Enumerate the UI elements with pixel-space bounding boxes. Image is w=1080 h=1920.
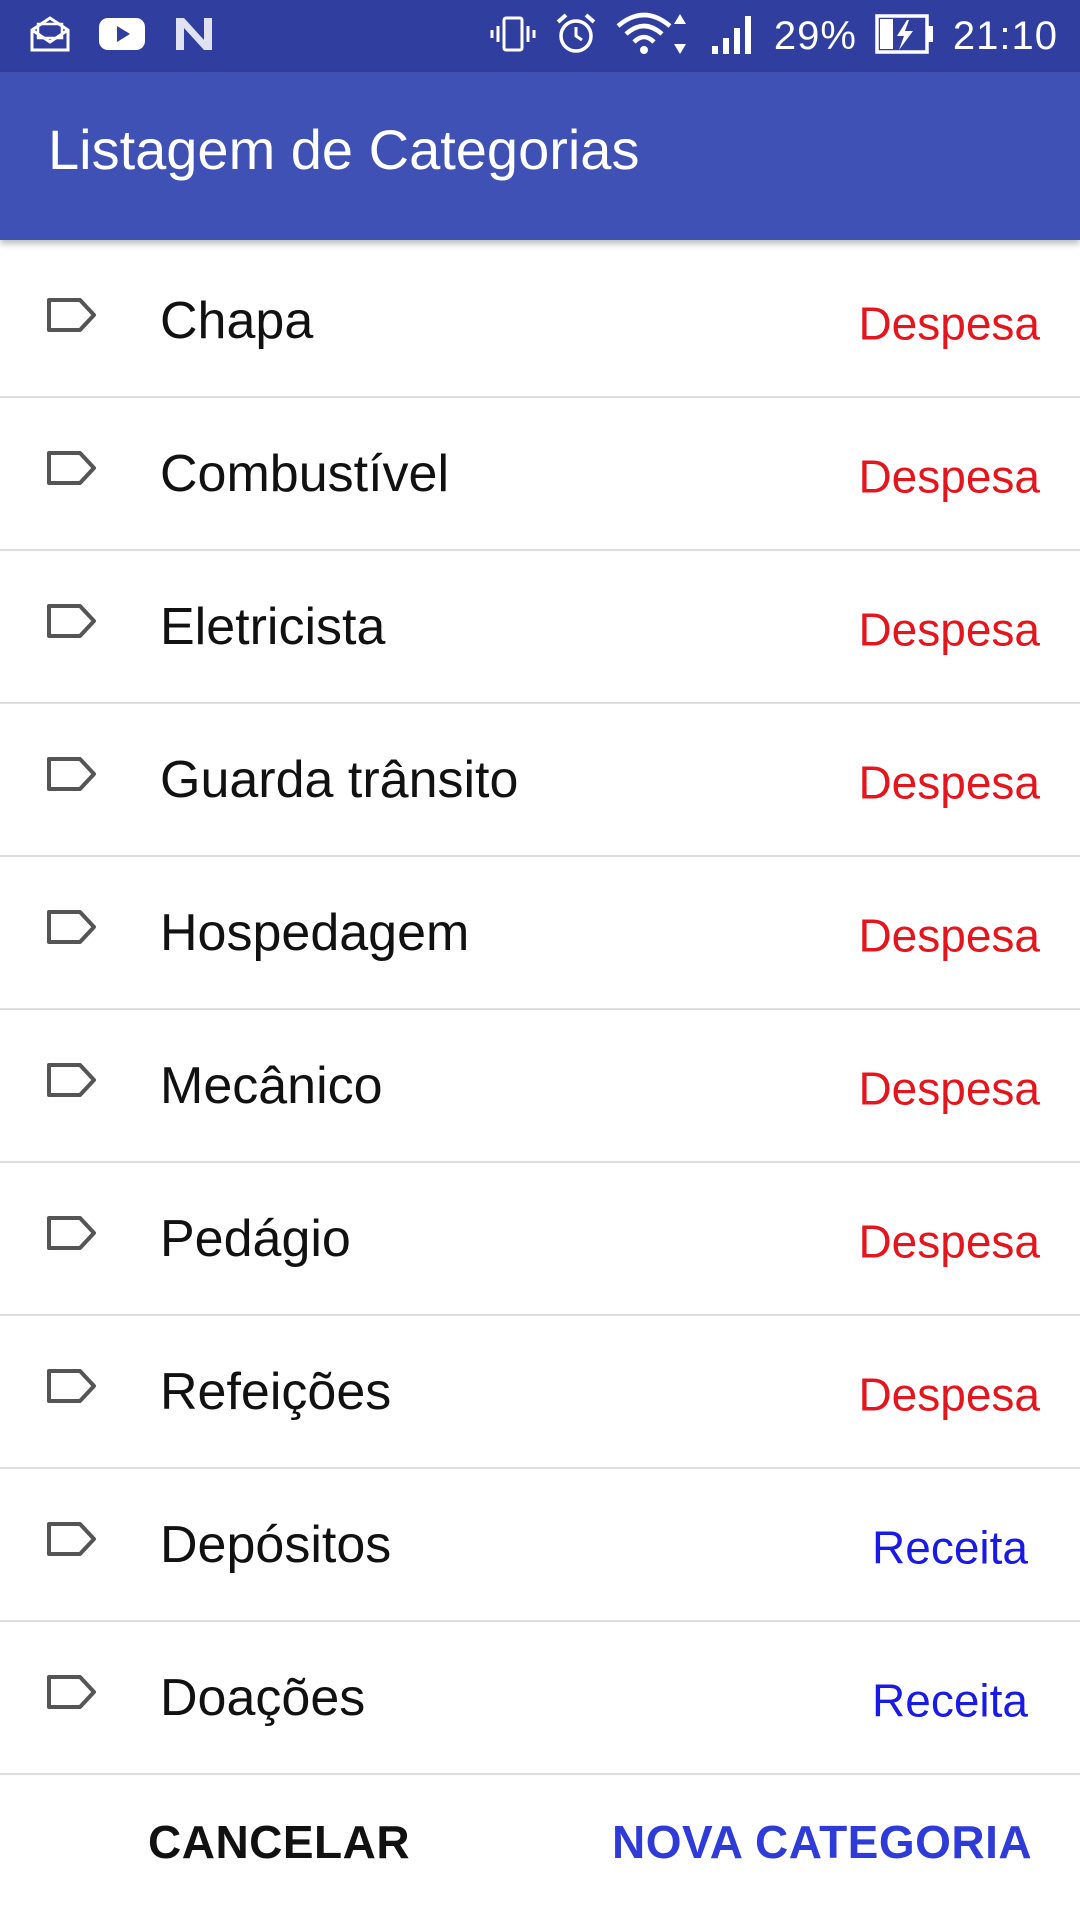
label-tag-icon <box>46 1674 98 1710</box>
category-list: Chapa Despesa Combustível Despesa Eletricist… <box>0 245 1080 1775</box>
app-bar: Listagem de Categorias <box>0 72 1080 240</box>
category-type-label: Despesa <box>858 603 1040 656</box>
category-list-item[interactable]: Refeições Despesa <box>0 1316 1080 1469</box>
label-tag-icon <box>46 1368 98 1404</box>
mail-icon <box>28 14 72 59</box>
category-list-item[interactable]: Mecânico Despesa <box>0 1010 1080 1163</box>
label-tag-icon <box>46 909 98 945</box>
n-logo-icon <box>172 14 216 59</box>
category-list-item[interactable]: Chapa Despesa <box>0 245 1080 398</box>
category-list-item[interactable]: Depósitos Receita <box>0 1469 1080 1622</box>
category-list-item[interactable]: Pedágio Despesa <box>0 1163 1080 1316</box>
category-type-label: Receita <box>872 1521 1028 1574</box>
label-tag-icon <box>46 1215 98 1251</box>
vibrate-icon <box>490 14 536 59</box>
category-type-label: Despesa <box>858 450 1040 503</box>
category-type-label: Despesa <box>858 297 1040 350</box>
category-list-item[interactable]: Eletricista Despesa <box>0 551 1080 704</box>
category-list-item[interactable]: Doações Receita <box>0 1622 1080 1775</box>
alarm-icon <box>554 12 598 61</box>
new-category-button[interactable]: NOVA CATEGORIA <box>612 1815 1032 1869</box>
page-title: Listagem de Categorias <box>48 118 640 181</box>
status-left-icons <box>28 0 216 72</box>
cancel-button[interactable]: CANCELAR <box>148 1815 410 1869</box>
label-tag-icon <box>46 603 98 639</box>
label-tag-icon <box>46 1521 98 1557</box>
battery-charging-icon <box>875 12 935 61</box>
category-type-label: Despesa <box>858 909 1040 962</box>
category-name: Refeições <box>160 1362 392 1421</box>
category-list-item[interactable]: Hospedagem Despesa <box>0 857 1080 1010</box>
category-type-label: Despesa <box>858 756 1040 809</box>
battery-percent: 29% <box>773 13 857 58</box>
category-type-label: Receita <box>872 1674 1028 1727</box>
category-list-item[interactable]: Combustível Despesa <box>0 398 1080 551</box>
category-name: Doações <box>160 1668 366 1727</box>
category-name: Eletricista <box>160 597 386 656</box>
category-list-item[interactable]: Guarda trânsito Despesa <box>0 704 1080 857</box>
youtube-icon <box>98 16 146 57</box>
label-tag-icon <box>46 450 98 486</box>
category-name: Hospedagem <box>160 903 470 962</box>
label-tag-icon <box>46 297 98 333</box>
wifi-icon <box>616 10 692 63</box>
label-tag-icon <box>46 756 98 792</box>
status-time: 21:10 <box>952 13 1058 58</box>
category-name: Guarda trânsito <box>160 750 519 809</box>
signal-icon <box>710 12 756 61</box>
category-name: Mecânico <box>160 1056 383 1115</box>
category-name: Pedágio <box>160 1209 351 1268</box>
category-name: Depósitos <box>160 1515 392 1574</box>
category-type-label: Despesa <box>858 1062 1040 1115</box>
category-type-label: Despesa <box>858 1368 1040 1421</box>
dialog-actions: CANCELAR NOVA CATEGORIA <box>0 1775 1080 1920</box>
category-type-label: Despesa <box>858 1215 1040 1268</box>
category-name: Chapa <box>160 291 314 350</box>
category-name: Combustível <box>160 444 449 503</box>
status-bar: 29% 21:10 <box>0 0 1080 72</box>
status-right-icons: 29% 21:10 <box>490 0 1058 72</box>
label-tag-icon <box>46 1062 98 1098</box>
